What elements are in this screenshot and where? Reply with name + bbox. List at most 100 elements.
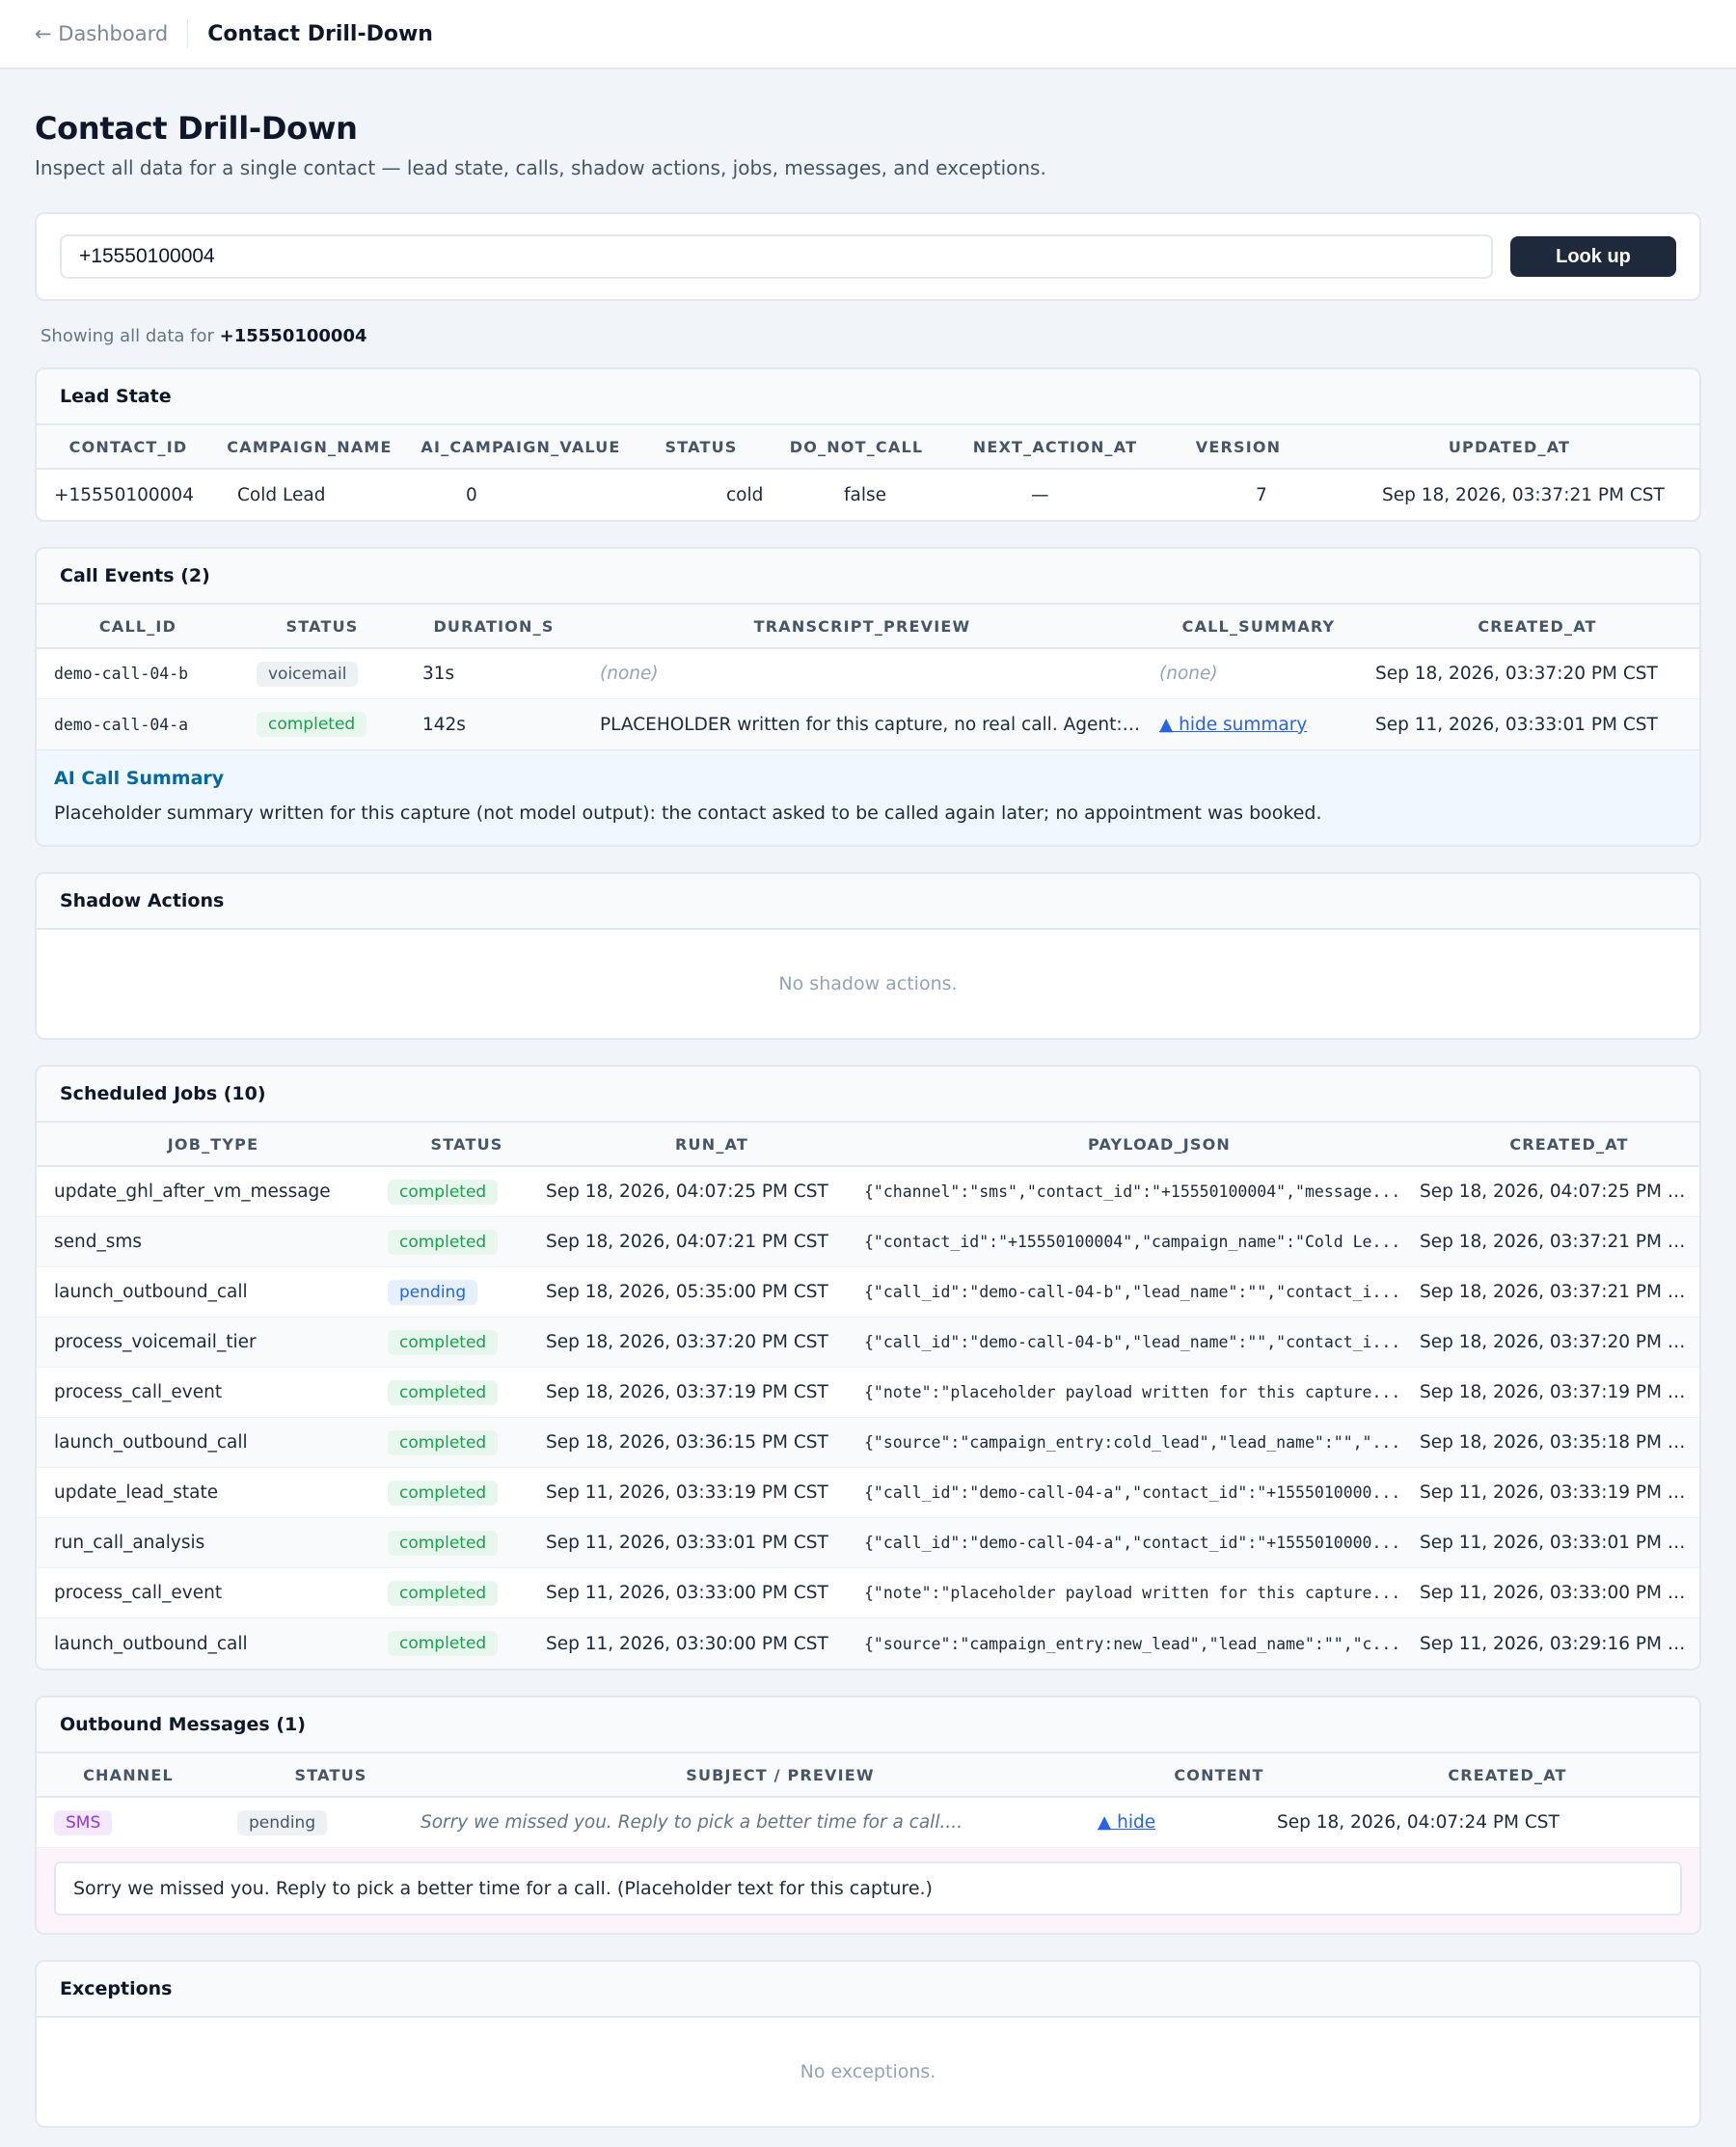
- column-header: RUN_AT: [675, 1134, 748, 1154]
- scheduled-jobs-table-head: JOB_TYPE STATUS RUN_AT PAYLOAD_JSON CREA…: [37, 1123, 1699, 1167]
- exceptions-card: Exceptions No exceptions.: [35, 1960, 1701, 2128]
- cell-payload-json: {"call_id":"demo-call-04-a","contact_id"…: [864, 1483, 1401, 1502]
- table-row: process_call_event completed Sep 18, 2026,…: [37, 1368, 1699, 1418]
- back-to-dashboard-link[interactable]: ← Dashboard: [35, 22, 168, 45]
- column-header: JOB_TYPE: [167, 1134, 259, 1154]
- cell-status: cold: [726, 484, 764, 505]
- message-content-panel: Sorry we missed you. Reply to pick a bet…: [37, 1848, 1699, 1933]
- cell-job-type: process_call_event: [54, 1583, 223, 1603]
- column-header: NEXT_ACTION_AT: [972, 437, 1138, 456]
- shadow-actions-empty: No shadow actions.: [778, 973, 958, 994]
- cell-created-at: Sep 11, 2026, 03:33:01 PM CST: [1420, 1533, 1692, 1553]
- cell-job-type: process_call_event: [54, 1382, 223, 1402]
- look-up-button[interactable]: Look up: [1510, 236, 1676, 277]
- cell-call-id: demo-call-04-a: [54, 715, 189, 734]
- column-header: CREATED_AT: [1478, 616, 1597, 636]
- hide-summary-link[interactable]: ▲ hide summary: [1159, 715, 1307, 735]
- divider: [187, 19, 189, 48]
- cell-do-not-call: false: [844, 484, 887, 505]
- status-badge: completed: [257, 712, 367, 737]
- cell-run-at: Sep 18, 2026, 05:35:00 PM CST: [546, 1282, 828, 1302]
- cell-call-id: demo-call-04-b: [54, 665, 189, 683]
- page-content: Contact Drill-Down Inspect all data for …: [0, 110, 1736, 2128]
- column-header: CALL_ID: [98, 616, 177, 636]
- ai-call-summary-title: AI Call Summary: [54, 768, 225, 789]
- column-header: CONTENT: [1174, 1765, 1264, 1784]
- ai-call-summary-panel: AI Call Summary Placeholder summary writ…: [37, 749, 1699, 845]
- cell-payload-json: {"note":"placeholder payload written for…: [864, 1383, 1401, 1401]
- topbar-title: Contact Drill-Down: [207, 21, 433, 46]
- cell-job-type: update_ghl_after_vm_message: [54, 1182, 331, 1202]
- cell-run-at: Sep 18, 2026, 04:07:25 PM CST: [546, 1182, 828, 1202]
- column-header: DURATION_S: [433, 616, 555, 636]
- column-header: CREATED_AT: [1448, 1765, 1567, 1784]
- cell-run-at: Sep 11, 2026, 03:33:01 PM CST: [546, 1533, 828, 1553]
- cell-job-type: launch_outbound_call: [54, 1633, 248, 1654]
- cell-contact-id: +15550100004: [54, 484, 194, 505]
- message-content: Sorry we missed you. Reply to pick a bet…: [54, 1862, 1682, 1916]
- top-bar: ← Dashboard Contact Drill-Down: [0, 0, 1736, 69]
- column-header: SUBJECT / PREVIEW: [686, 1765, 875, 1784]
- hide-content-link[interactable]: ▲ hide: [1098, 1812, 1155, 1833]
- cell-created-at: Sep 18, 2026, 03:35:18 PM CST: [1420, 1432, 1692, 1453]
- column-header: STATUS: [294, 1765, 367, 1784]
- status-badge: completed: [388, 1631, 499, 1656]
- table-row: SMS pending Sorry we missed you. Reply t…: [37, 1798, 1699, 1848]
- cell-job-type: send_sms: [54, 1232, 143, 1252]
- cell-created-at: Sep 18, 2026, 03:37:20 PM CST: [1420, 1332, 1692, 1352]
- column-header: STATUS: [430, 1134, 503, 1154]
- cell-payload-json: {"call_id":"demo-call-04-b","lead_name":…: [864, 1283, 1401, 1301]
- table-row: launch_outbound_call completed Sep 11, 202…: [37, 1618, 1699, 1669]
- cell-created-at: Sep 11, 2026, 03:33:00 PM CST: [1420, 1583, 1692, 1603]
- cell-created-at: Sep 18, 2026, 03:37:21 PM CST: [1420, 1232, 1692, 1252]
- column-header: UPDATED_AT: [1448, 437, 1571, 456]
- cell-job-type: launch_outbound_call: [54, 1282, 248, 1302]
- cell-payload-json: {"contact_id":"+15550100004","campaign_n…: [864, 1233, 1401, 1251]
- cell-call-summary: (none): [1159, 664, 1218, 684]
- cell-transcript-preview: (none): [600, 664, 659, 684]
- contact-lookup-input[interactable]: [60, 234, 1493, 279]
- table-row: process_voicemail_tier completed Sep 18, 2…: [37, 1318, 1699, 1368]
- status-badge: completed: [388, 1329, 499, 1355]
- outbound-messages-table-head: CHANNEL STATUS SUBJECT / PREVIEW CONTENT…: [37, 1753, 1699, 1798]
- cell-transcript-preview: PLACEHOLDER written for this capture, no…: [600, 714, 1142, 735]
- cell-created-at: Sep 18, 2026, 03:37:21 PM CST: [1420, 1282, 1692, 1302]
- cell-created-at: Sep 18, 2026, 04:07:25 PM CST: [1420, 1182, 1692, 1202]
- cell-run-at: Sep 11, 2026, 03:33:00 PM CST: [546, 1583, 828, 1603]
- shadow-actions-title: Shadow Actions: [37, 874, 1699, 930]
- shadow-actions-card: Shadow Actions No shadow actions.: [35, 872, 1701, 1040]
- lead-state-table-head: CONTACT_ID CAMPAIGN_NAME AI_CAMPAIGN_VAL…: [37, 425, 1699, 470]
- cell-payload-json: {"note":"placeholder payload written for…: [864, 1584, 1401, 1602]
- lookup-card: Look up: [35, 212, 1701, 301]
- table-row: launch_outbound_call completed Sep 18, 202…: [37, 1418, 1699, 1468]
- table-row: +15550100004 Cold Lead 0 cold false — 7 …: [37, 470, 1699, 520]
- column-header: STATUS: [665, 437, 738, 456]
- cell-next-action-at: —: [1031, 484, 1049, 505]
- cell-preview: Sorry we missed you. Reply to pick a bet…: [420, 1812, 963, 1833]
- cell-payload-json: {"source":"campaign_entry:cold_lead","le…: [864, 1433, 1401, 1452]
- cell-payload-json: {"call_id":"demo-call-04-a","contact_id"…: [864, 1534, 1401, 1552]
- column-header: CREATED_AT: [1509, 1134, 1629, 1154]
- status-badge: completed: [388, 1379, 499, 1405]
- cell-version: 7: [1256, 484, 1267, 505]
- column-header: DO_NOT_CALL: [789, 437, 924, 456]
- column-header: CAMPAIGN_NAME: [227, 437, 393, 456]
- scheduled-jobs-title: Scheduled Jobs (10): [37, 1067, 1699, 1123]
- cell-run-at: Sep 18, 2026, 03:37:20 PM CST: [546, 1332, 828, 1352]
- cell-job-type: update_lead_state: [54, 1482, 219, 1503]
- cell-campaign-name: Cold Lead: [237, 484, 326, 505]
- showing-prefix: Showing all data for: [41, 326, 214, 346]
- table-row: demo-call-04-b voicemail 31s (none) (non…: [37, 649, 1699, 699]
- call-events-card: Call Events (2) CALL_ID STATUS DURATION_…: [35, 547, 1701, 847]
- cell-run-at: Sep 18, 2026, 03:36:15 PM CST: [546, 1432, 828, 1453]
- cell-job-type: launch_outbound_call: [54, 1432, 248, 1453]
- channel-badge: SMS: [54, 1809, 113, 1835]
- cell-payload-json: {"call_id":"demo-call-04-b","lead_name":…: [864, 1333, 1401, 1351]
- column-header: CONTACT_ID: [68, 437, 188, 456]
- column-header: PAYLOAD_JSON: [1087, 1134, 1232, 1154]
- cell-run-at: Sep 18, 2026, 04:07:21 PM CST: [546, 1232, 828, 1252]
- cell-created-at: Sep 11, 2026, 03:33:19 PM CST: [1420, 1482, 1692, 1503]
- column-header: STATUS: [285, 616, 359, 636]
- call-events-table-head: CALL_ID STATUS DURATION_S TRANSCRIPT_PRE…: [37, 605, 1699, 649]
- status-badge: voicemail: [257, 661, 359, 687]
